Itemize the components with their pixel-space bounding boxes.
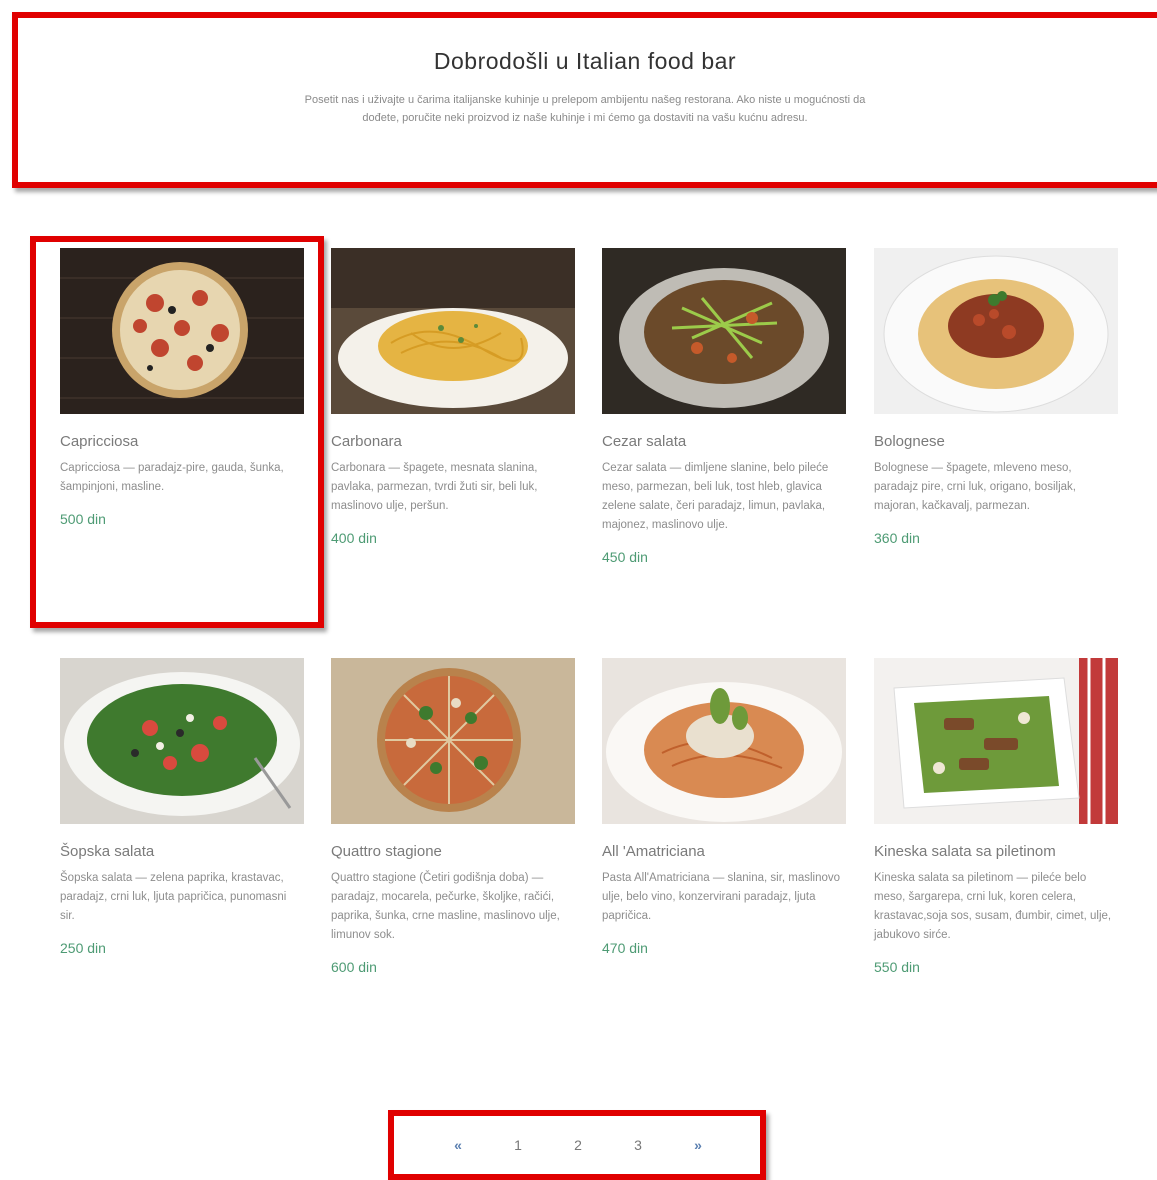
product-name[interactable]: All 'Amatriciana bbox=[602, 842, 846, 861]
pasta-bolognese-image[interactable] bbox=[874, 248, 1118, 414]
product-name[interactable]: Cezar salata bbox=[602, 432, 846, 451]
product-price: 360 din bbox=[874, 530, 920, 546]
product-description: Bolognese — špagete, mleveno meso, parad… bbox=[874, 462, 1076, 512]
product-price: 600 din bbox=[331, 959, 377, 975]
product-name[interactable]: Kineska salata sa piletinom bbox=[874, 842, 1118, 861]
pizza-capricciosa-image[interactable] bbox=[60, 248, 304, 414]
product-price: 550 din bbox=[874, 959, 920, 975]
product-name[interactable]: Quattro stagione bbox=[331, 842, 575, 861]
product-description: Cezar salata — dimljene slanine, belo pi… bbox=[602, 462, 829, 531]
pasta-carbonara-image[interactable] bbox=[331, 248, 575, 414]
welcome-section: Dobrodošli u Italian food bar Posetit na… bbox=[30, 22, 1140, 172]
product-card[interactable]: Bolognese Bolognese — špagete, mleveno m… bbox=[874, 248, 1118, 546]
product-card[interactable]: Capricciosa Capricciosa — paradajz-pire,… bbox=[60, 248, 304, 527]
product-card[interactable]: Kineska salata sa piletinom Kineska sala… bbox=[874, 658, 1118, 975]
product-description: Quattro stagione (Četiri godišnja doba) … bbox=[331, 872, 560, 941]
product-card[interactable]: Šopska salata Šopska salata — zelena pap… bbox=[60, 658, 304, 956]
product-description: Pasta All'Amatriciana — slanina, sir, ma… bbox=[602, 872, 841, 922]
chinese-chicken-salad-image[interactable] bbox=[874, 658, 1118, 824]
pasta-amatriciana-image[interactable] bbox=[602, 658, 846, 824]
intro-text: Posetit nas i uživajte u čarima italijan… bbox=[304, 94, 866, 124]
product-card[interactable]: Cezar salata Cezar salata — dimljene sla… bbox=[602, 248, 846, 565]
product-name[interactable]: Šopska salata bbox=[60, 842, 304, 861]
shopska-salad-image[interactable] bbox=[60, 658, 304, 824]
product-card[interactable]: Carbonara Carbonara — špagete, mesnata s… bbox=[331, 248, 575, 546]
next-page-button[interactable]: » bbox=[668, 1137, 728, 1153]
product-description: Šopska salata — zelena paprika, krastava… bbox=[60, 872, 287, 922]
cropped-annotation-text bbox=[20, 0, 26, 12]
page-title: Dobrodošli u Italian food bar bbox=[433, 48, 737, 74]
product-name[interactable]: Capricciosa bbox=[60, 432, 304, 451]
page-link-3[interactable]: 3 bbox=[608, 1137, 668, 1153]
product-price: 450 din bbox=[602, 549, 648, 565]
caesar-salad-image[interactable] bbox=[602, 248, 846, 414]
page-link-2[interactable]: 2 bbox=[548, 1137, 608, 1153]
product-card[interactable]: Quattro stagione Quattro stagione (Četir… bbox=[331, 658, 575, 975]
page-link-1[interactable]: 1 bbox=[488, 1137, 548, 1153]
product-price: 400 din bbox=[331, 530, 377, 546]
pagination: « 1 2 3 » bbox=[392, 1114, 764, 1176]
pizza-quattro-stagioni-image[interactable] bbox=[331, 658, 575, 824]
product-price: 500 din bbox=[60, 511, 106, 527]
product-description: Kineska salata sa piletinom — pileće bel… bbox=[874, 872, 1112, 941]
product-price: 250 din bbox=[60, 940, 106, 956]
product-name[interactable]: Carbonara bbox=[331, 432, 575, 451]
product-price: 470 din bbox=[602, 940, 648, 956]
product-description: Carbonara — špagete, mesnata slanina, pa… bbox=[331, 462, 538, 512]
product-name[interactable]: Bolognese bbox=[874, 432, 1118, 451]
product-description: Capricciosa — paradajz-pire, gauda, šunk… bbox=[60, 462, 284, 493]
prev-page-button[interactable]: « bbox=[428, 1137, 488, 1153]
product-card[interactable]: All 'Amatriciana Pasta All'Amatriciana —… bbox=[602, 658, 846, 956]
